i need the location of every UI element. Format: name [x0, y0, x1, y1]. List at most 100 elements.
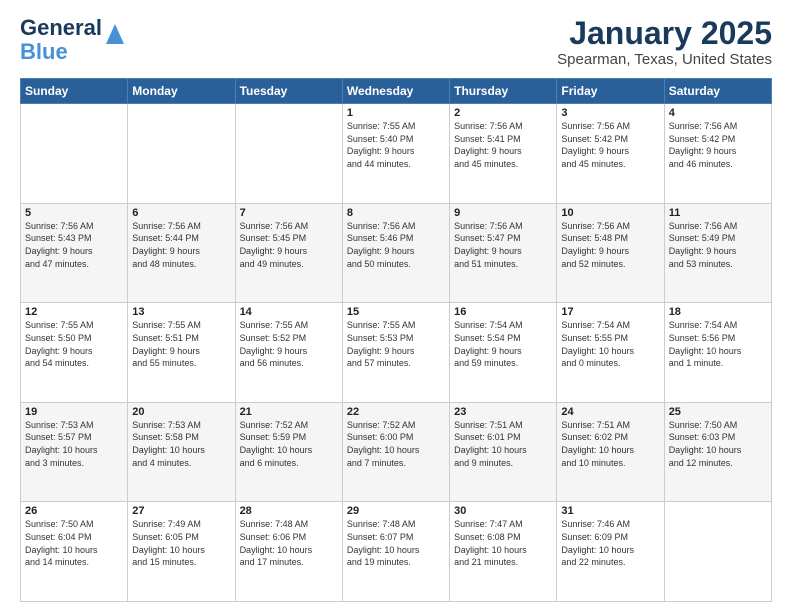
- day-content: Sunrise: 7:56 AM Sunset: 5:42 PM Dayligh…: [669, 120, 767, 170]
- day-content: Sunrise: 7:54 AM Sunset: 5:56 PM Dayligh…: [669, 319, 767, 369]
- day-content: Sunrise: 7:51 AM Sunset: 6:01 PM Dayligh…: [454, 419, 552, 469]
- calendar-day-cell: 26Sunrise: 7:50 AM Sunset: 6:04 PM Dayli…: [21, 502, 128, 602]
- day-number: 14: [240, 306, 338, 318]
- calendar-week-row: 5Sunrise: 7:56 AM Sunset: 5:43 PM Daylig…: [21, 203, 772, 303]
- calendar-day-cell: 22Sunrise: 7:52 AM Sunset: 6:00 PM Dayli…: [342, 402, 449, 502]
- calendar-day-cell: [128, 104, 235, 204]
- day-content: Sunrise: 7:50 AM Sunset: 6:03 PM Dayligh…: [669, 419, 767, 469]
- calendar-day-cell: 5Sunrise: 7:56 AM Sunset: 5:43 PM Daylig…: [21, 203, 128, 303]
- calendar-week-row: 26Sunrise: 7:50 AM Sunset: 6:04 PM Dayli…: [21, 502, 772, 602]
- day-number: 9: [454, 207, 552, 219]
- logo: General Blue: [20, 16, 124, 64]
- day-content: Sunrise: 7:49 AM Sunset: 6:05 PM Dayligh…: [132, 518, 230, 568]
- calendar-day-cell: [21, 104, 128, 204]
- day-number: 22: [347, 406, 445, 418]
- weekday-header-thursday: Thursday: [450, 79, 557, 104]
- day-number: 4: [669, 107, 767, 119]
- day-content: Sunrise: 7:56 AM Sunset: 5:48 PM Dayligh…: [561, 220, 659, 270]
- day-number: 10: [561, 207, 659, 219]
- calendar-day-cell: 2Sunrise: 7:56 AM Sunset: 5:41 PM Daylig…: [450, 104, 557, 204]
- day-number: 28: [240, 505, 338, 517]
- day-content: Sunrise: 7:48 AM Sunset: 6:07 PM Dayligh…: [347, 518, 445, 568]
- calendar-week-row: 19Sunrise: 7:53 AM Sunset: 5:57 PM Dayli…: [21, 402, 772, 502]
- calendar-day-cell: 10Sunrise: 7:56 AM Sunset: 5:48 PM Dayli…: [557, 203, 664, 303]
- logo-triangle-icon: [106, 24, 124, 44]
- day-content: Sunrise: 7:53 AM Sunset: 5:57 PM Dayligh…: [25, 419, 123, 469]
- day-content: Sunrise: 7:55 AM Sunset: 5:51 PM Dayligh…: [132, 319, 230, 369]
- day-content: Sunrise: 7:54 AM Sunset: 5:55 PM Dayligh…: [561, 319, 659, 369]
- day-content: Sunrise: 7:55 AM Sunset: 5:40 PM Dayligh…: [347, 120, 445, 170]
- day-number: 7: [240, 207, 338, 219]
- calendar-day-cell: 25Sunrise: 7:50 AM Sunset: 6:03 PM Dayli…: [664, 402, 771, 502]
- day-content: Sunrise: 7:55 AM Sunset: 5:53 PM Dayligh…: [347, 319, 445, 369]
- day-content: Sunrise: 7:55 AM Sunset: 5:52 PM Dayligh…: [240, 319, 338, 369]
- weekday-header-sunday: Sunday: [21, 79, 128, 104]
- day-number: 19: [25, 406, 123, 418]
- page: General Blue January 2025 Spearman, Texa…: [0, 0, 792, 612]
- day-content: Sunrise: 7:52 AM Sunset: 5:59 PM Dayligh…: [240, 419, 338, 469]
- calendar-day-cell: 6Sunrise: 7:56 AM Sunset: 5:44 PM Daylig…: [128, 203, 235, 303]
- calendar-day-cell: 3Sunrise: 7:56 AM Sunset: 5:42 PM Daylig…: [557, 104, 664, 204]
- day-content: Sunrise: 7:50 AM Sunset: 6:04 PM Dayligh…: [25, 518, 123, 568]
- calendar-day-cell: 24Sunrise: 7:51 AM Sunset: 6:02 PM Dayli…: [557, 402, 664, 502]
- weekday-header-friday: Friday: [557, 79, 664, 104]
- calendar-day-cell: [235, 104, 342, 204]
- weekday-header-tuesday: Tuesday: [235, 79, 342, 104]
- title-block: January 2025 Spearman, Texas, United Sta…: [557, 16, 772, 68]
- weekday-header-monday: Monday: [128, 79, 235, 104]
- calendar-day-cell: 19Sunrise: 7:53 AM Sunset: 5:57 PM Dayli…: [21, 402, 128, 502]
- day-number: 26: [25, 505, 123, 517]
- day-number: 6: [132, 207, 230, 219]
- day-content: Sunrise: 7:56 AM Sunset: 5:42 PM Dayligh…: [561, 120, 659, 170]
- day-number: 23: [454, 406, 552, 418]
- day-content: Sunrise: 7:54 AM Sunset: 5:54 PM Dayligh…: [454, 319, 552, 369]
- day-content: Sunrise: 7:48 AM Sunset: 6:06 PM Dayligh…: [240, 518, 338, 568]
- calendar-day-cell: 12Sunrise: 7:55 AM Sunset: 5:50 PM Dayli…: [21, 303, 128, 403]
- day-number: 15: [347, 306, 445, 318]
- day-number: 16: [454, 306, 552, 318]
- day-content: Sunrise: 7:55 AM Sunset: 5:50 PM Dayligh…: [25, 319, 123, 369]
- day-number: 21: [240, 406, 338, 418]
- day-number: 27: [132, 505, 230, 517]
- day-content: Sunrise: 7:47 AM Sunset: 6:08 PM Dayligh…: [454, 518, 552, 568]
- calendar-day-cell: 27Sunrise: 7:49 AM Sunset: 6:05 PM Dayli…: [128, 502, 235, 602]
- calendar-day-cell: 17Sunrise: 7:54 AM Sunset: 5:55 PM Dayli…: [557, 303, 664, 403]
- day-number: 25: [669, 406, 767, 418]
- day-number: 8: [347, 207, 445, 219]
- day-number: 12: [25, 306, 123, 318]
- calendar-header-row: SundayMondayTuesdayWednesdayThursdayFrid…: [21, 79, 772, 104]
- day-number: 29: [347, 505, 445, 517]
- day-number: 31: [561, 505, 659, 517]
- calendar-week-row: 1Sunrise: 7:55 AM Sunset: 5:40 PM Daylig…: [21, 104, 772, 204]
- day-number: 2: [454, 107, 552, 119]
- calendar-day-cell: 9Sunrise: 7:56 AM Sunset: 5:47 PM Daylig…: [450, 203, 557, 303]
- calendar-day-cell: 31Sunrise: 7:46 AM Sunset: 6:09 PM Dayli…: [557, 502, 664, 602]
- day-content: Sunrise: 7:56 AM Sunset: 5:46 PM Dayligh…: [347, 220, 445, 270]
- calendar-day-cell: 15Sunrise: 7:55 AM Sunset: 5:53 PM Dayli…: [342, 303, 449, 403]
- weekday-header-saturday: Saturday: [664, 79, 771, 104]
- calendar-day-cell: 21Sunrise: 7:52 AM Sunset: 5:59 PM Dayli…: [235, 402, 342, 502]
- day-content: Sunrise: 7:56 AM Sunset: 5:41 PM Dayligh…: [454, 120, 552, 170]
- day-number: 13: [132, 306, 230, 318]
- calendar-day-cell: 4Sunrise: 7:56 AM Sunset: 5:42 PM Daylig…: [664, 104, 771, 204]
- calendar-day-cell: 1Sunrise: 7:55 AM Sunset: 5:40 PM Daylig…: [342, 104, 449, 204]
- day-content: Sunrise: 7:56 AM Sunset: 5:49 PM Dayligh…: [669, 220, 767, 270]
- day-number: 1: [347, 107, 445, 119]
- page-title: January 2025: [557, 16, 772, 51]
- day-number: 17: [561, 306, 659, 318]
- header: General Blue January 2025 Spearman, Texa…: [20, 16, 772, 68]
- calendar-day-cell: 28Sunrise: 7:48 AM Sunset: 6:06 PM Dayli…: [235, 502, 342, 602]
- day-number: 20: [132, 406, 230, 418]
- day-content: Sunrise: 7:51 AM Sunset: 6:02 PM Dayligh…: [561, 419, 659, 469]
- day-number: 11: [669, 207, 767, 219]
- logo-blue: Blue: [20, 39, 68, 64]
- calendar-day-cell: 18Sunrise: 7:54 AM Sunset: 5:56 PM Dayli…: [664, 303, 771, 403]
- day-number: 24: [561, 406, 659, 418]
- calendar-day-cell: 8Sunrise: 7:56 AM Sunset: 5:46 PM Daylig…: [342, 203, 449, 303]
- day-content: Sunrise: 7:56 AM Sunset: 5:45 PM Dayligh…: [240, 220, 338, 270]
- calendar-week-row: 12Sunrise: 7:55 AM Sunset: 5:50 PM Dayli…: [21, 303, 772, 403]
- calendar-day-cell: [664, 502, 771, 602]
- weekday-header-wednesday: Wednesday: [342, 79, 449, 104]
- calendar-day-cell: 29Sunrise: 7:48 AM Sunset: 6:07 PM Dayli…: [342, 502, 449, 602]
- calendar-day-cell: 20Sunrise: 7:53 AM Sunset: 5:58 PM Dayli…: [128, 402, 235, 502]
